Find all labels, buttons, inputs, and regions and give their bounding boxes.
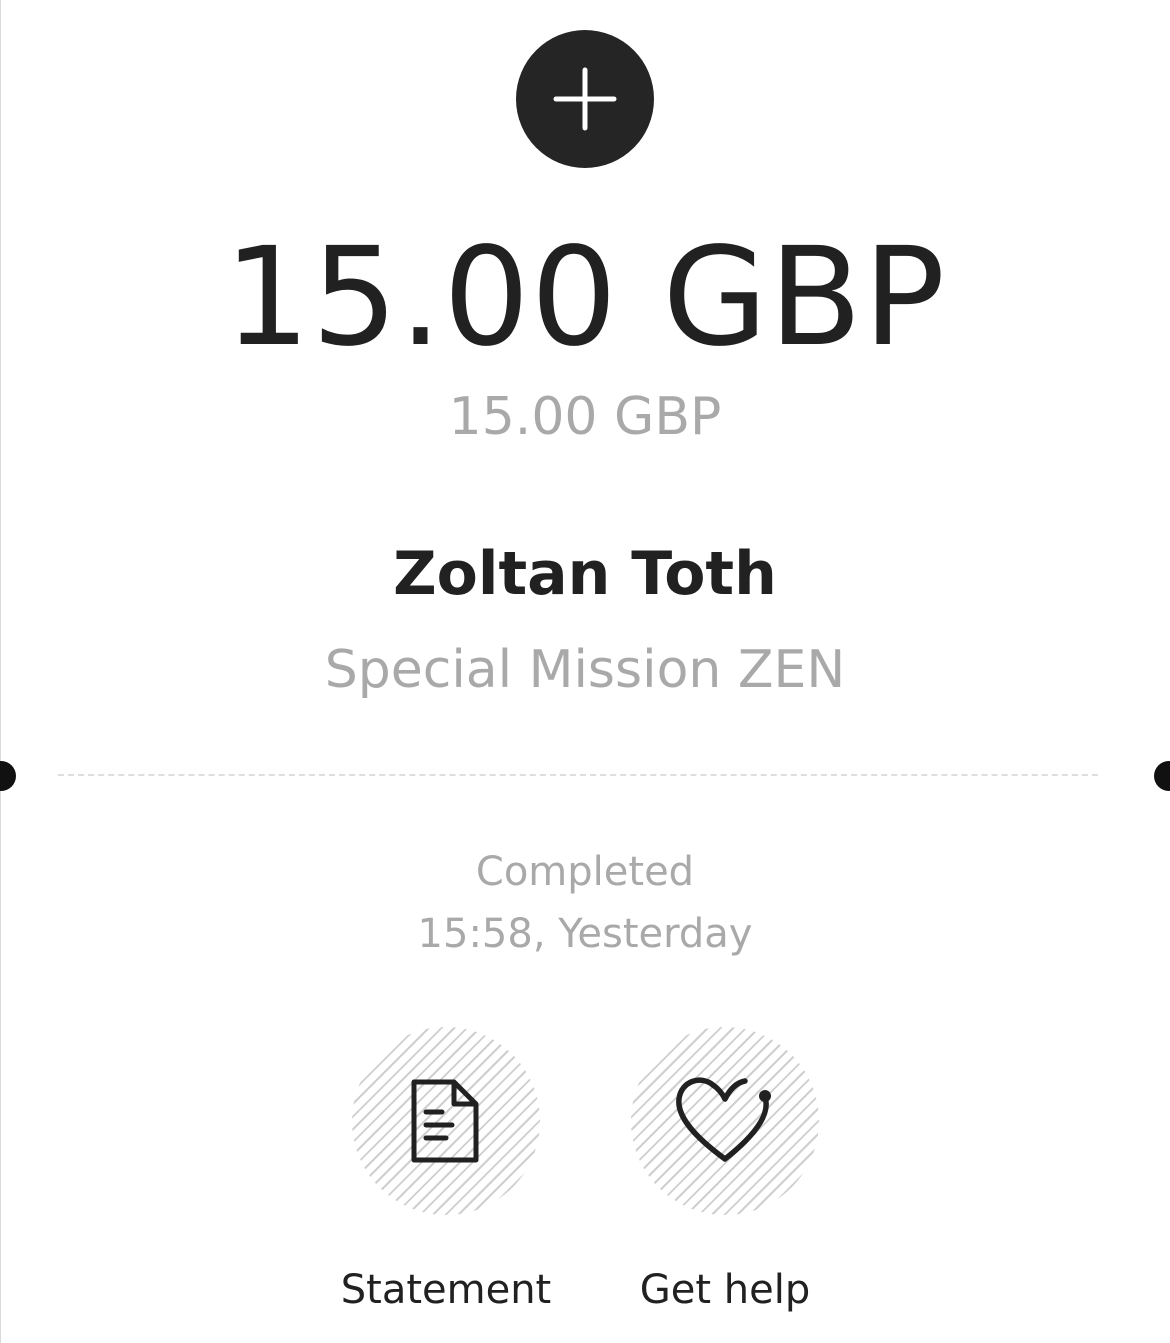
transaction-amount-converted: 15.00 GBP [448, 387, 722, 447]
dashed-divider [58, 774, 1098, 776]
transaction-status: Completed [475, 849, 695, 895]
transaction-datetime: 15:58, Yesterday [417, 911, 753, 957]
statement-button[interactable] [352, 1027, 540, 1215]
counterparty-name: Zoltan Toth [393, 539, 777, 609]
transaction-amount: 15.00 GBP [223, 219, 947, 377]
transaction-description: Special Mission ZEN [324, 640, 846, 700]
ticket-notch-left [0, 761, 16, 791]
add-icon-button[interactable] [516, 30, 654, 168]
heart-icon [676, 1077, 771, 1162]
get-help-label[interactable]: Get help [585, 1262, 865, 1318]
document-icon [411, 1079, 479, 1163]
ticket-notch-right [1154, 761, 1170, 791]
statement-label[interactable]: Statement [306, 1262, 586, 1318]
plus-icon [553, 67, 617, 131]
get-help-button[interactable] [631, 1027, 819, 1215]
